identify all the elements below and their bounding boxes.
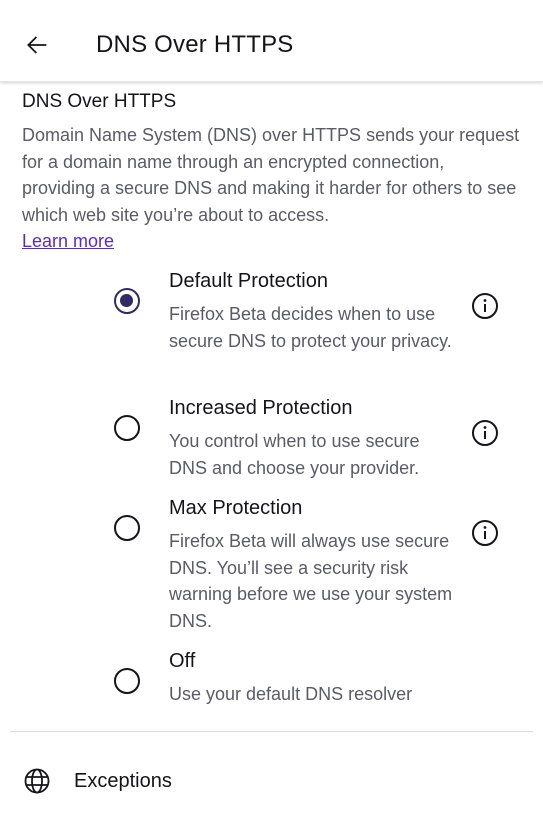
option-increased-protection[interactable]: Increased Protection You control when to… bbox=[0, 395, 543, 485]
description-text: Domain Name System (DNS) over HTTPS send… bbox=[22, 125, 520, 225]
option-description: Use your default DNS resolver bbox=[169, 684, 413, 704]
section-heading: DNS Over HTTPS bbox=[22, 91, 177, 112]
globe-icon bbox=[24, 768, 50, 794]
info-icon bbox=[472, 293, 498, 319]
divider bbox=[10, 731, 533, 732]
option-title: Max Protection bbox=[169, 497, 303, 519]
exceptions-item[interactable]: Exceptions bbox=[0, 752, 543, 810]
option-description: Firefox Beta decides when to use secure … bbox=[169, 304, 452, 351]
arrow-back-icon bbox=[27, 36, 47, 54]
option-description: Firefox Beta will always use secure DNS.… bbox=[169, 531, 453, 631]
info-icon bbox=[472, 520, 498, 546]
radio-default-protection[interactable] bbox=[114, 288, 140, 314]
info-button-max-protection[interactable] bbox=[470, 518, 500, 548]
info-button-default-protection[interactable] bbox=[470, 291, 500, 321]
back-button[interactable] bbox=[14, 22, 60, 68]
option-description: You control when to use secure DNS and c… bbox=[169, 431, 420, 478]
option-title: Off bbox=[169, 650, 196, 672]
info-icon bbox=[472, 420, 498, 446]
app-bar: DNS Over HTTPS bbox=[0, 0, 543, 82]
page-title: DNS Over HTTPS bbox=[96, 31, 294, 58]
option-default-protection[interactable]: Default Protection Firefox Beta decides … bbox=[0, 268, 543, 383]
section-description: Domain Name System (DNS) over HTTPS send… bbox=[22, 122, 522, 255]
option-title: Default Protection bbox=[169, 270, 328, 292]
exceptions-label: Exceptions bbox=[74, 770, 172, 792]
info-button-increased-protection[interactable] bbox=[470, 418, 500, 448]
option-max-protection[interactable]: Max Protection Firefox Beta will always … bbox=[0, 495, 543, 635]
radio-max-protection[interactable] bbox=[114, 515, 140, 541]
option-off[interactable]: Off Use your default DNS resolver bbox=[0, 648, 543, 714]
radio-increased-protection[interactable] bbox=[114, 415, 140, 441]
radio-off[interactable] bbox=[114, 668, 140, 694]
learn-more-link[interactable]: Learn more bbox=[22, 231, 114, 251]
option-title: Increased Protection bbox=[169, 397, 353, 419]
